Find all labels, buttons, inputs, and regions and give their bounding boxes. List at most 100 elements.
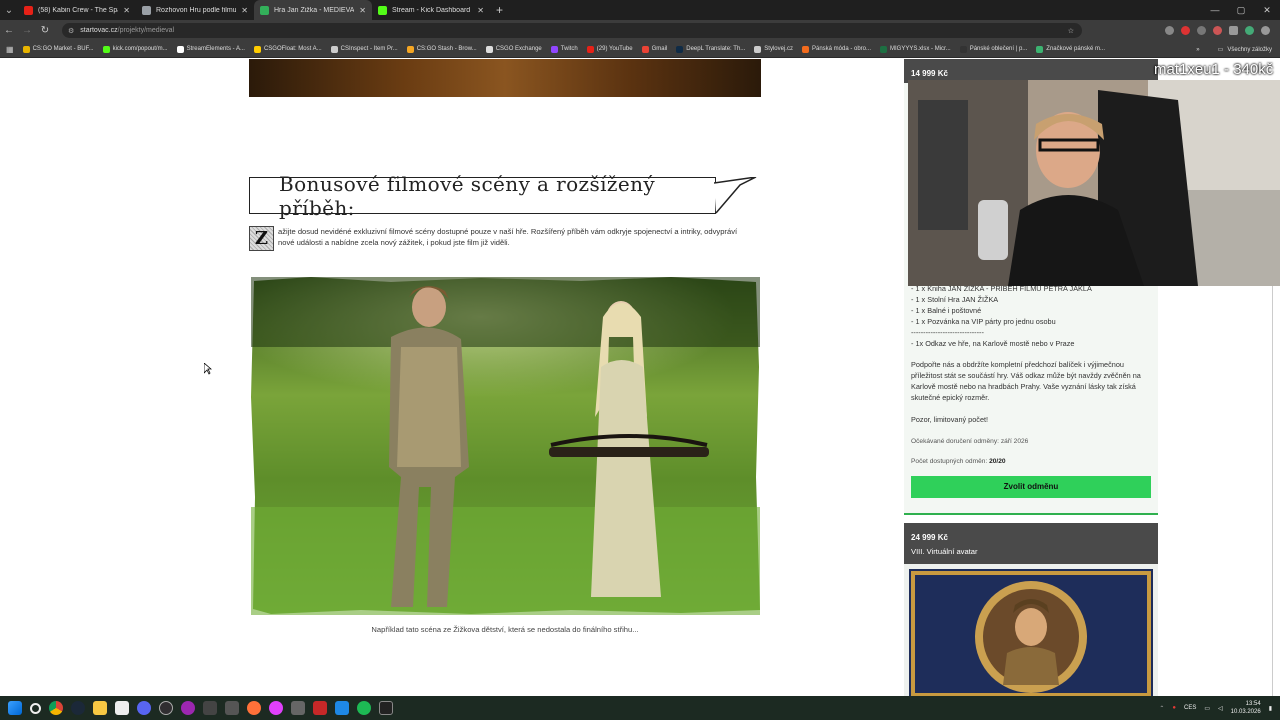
bookmark-item[interactable]: CS:GO Stash - Brow... — [406, 45, 477, 53]
app-icon[interactable] — [203, 701, 217, 715]
back-icon[interactable]: ← — [0, 25, 18, 36]
bookmark-star-icon[interactable]: ☆ — [1068, 27, 1074, 35]
volume-icon[interactable]: ◁ — [1218, 705, 1223, 712]
bookmark-favicon-icon — [586, 45, 594, 53]
reward-item: - 1x Odkaz ve hře, na Karlově mostě nebo… — [911, 338, 1075, 348]
extension-icon[interactable] — [1165, 26, 1174, 35]
reload-icon[interactable]: ↻ — [36, 25, 54, 36]
firefox-icon[interactable] — [247, 701, 261, 715]
bookmark-item[interactable]: CSGO Exchange — [485, 45, 542, 53]
reward-item: - 1 x Stolní Hra JAN ŽIŽKA — [911, 294, 999, 304]
webcam-overlay — [908, 80, 1280, 286]
close-tab-icon[interactable]: ✕ — [477, 6, 484, 15]
bookmarks-overflow-icon[interactable]: » — [1196, 47, 1199, 53]
notifications-icon[interactable]: ▮ — [1269, 705, 1272, 712]
new-tab-button[interactable]: + — [496, 3, 503, 17]
bookmark-item[interactable]: CS:GO Market - BUF... — [22, 45, 94, 53]
tab-favicon-icon — [142, 5, 151, 15]
microphone-icon[interactable]: ● — [1172, 705, 1176, 711]
drop-cap: Z — [249, 226, 274, 251]
obs-icon[interactable] — [159, 701, 173, 715]
start-button-icon[interactable] — [8, 701, 22, 715]
scrollbar-edge[interactable] — [1272, 284, 1273, 696]
discord-icon[interactable] — [137, 701, 151, 715]
bookmark-item[interactable]: CSGOFloat: Most A... — [253, 45, 322, 53]
forward-icon[interactable]: → — [18, 25, 36, 36]
url-path: /projekty/medieval — [117, 27, 175, 34]
available-info: Počet dostupných odměn: 20/20 — [911, 457, 1006, 465]
app-icon[interactable] — [313, 701, 327, 715]
bookmark-label: DeepL Translate: Th... — [686, 46, 746, 52]
bookmark-item[interactable]: CSInspect - Item Pr... — [330, 45, 398, 53]
language-indicator[interactable]: CES — [1184, 705, 1196, 711]
bookmark-item[interactable]: Twitch — [550, 45, 578, 53]
clock-time: 13:54 — [1245, 701, 1261, 707]
bookmark-item[interactable]: Stylovej.cz — [754, 45, 793, 53]
bookmark-item[interactable]: Značkové pánské m... — [1036, 45, 1105, 53]
app-icon[interactable] — [225, 701, 239, 715]
address-bar[interactable]: ⚙ startovac.cz/projekty/medieval ☆ — [62, 23, 1082, 38]
close-tab-icon[interactable]: ✕ — [241, 6, 248, 15]
network-icon[interactable]: ▭ — [1204, 705, 1210, 712]
browser-tab[interactable]: Hra Jan Žižka - MEDIEVAL - Ze ✕ — [254, 0, 372, 20]
close-tab-icon[interactable]: ✕ — [359, 6, 366, 15]
extension-icon[interactable] — [1181, 26, 1190, 35]
app-icon[interactable] — [335, 701, 349, 715]
browser-tab[interactable]: (58) Kabin Crew - The Spark (Ly ✕ — [18, 0, 136, 20]
app-icon[interactable] — [181, 701, 195, 715]
app-icon[interactable] — [291, 701, 305, 715]
close-window-icon[interactable]: ✕ — [1254, 0, 1280, 20]
browser-tab[interactable]: Rozhovon Hru podle filmu Jan ✕ — [136, 0, 254, 20]
bookmark-favicon-icon — [22, 45, 30, 53]
site-info-icon[interactable]: ⚙ — [68, 27, 74, 35]
bookmarks-bar: ▦ CS:GO Market - BUF... kick.com/popout/m… — [0, 41, 1280, 58]
stream-overlay-label: mat1xeu1 - 340kč — [1154, 61, 1274, 78]
close-tab-icon[interactable]: ✕ — [123, 6, 130, 15]
bookmark-favicon-icon — [550, 45, 558, 53]
chrome-icon[interactable] — [49, 701, 63, 715]
bookmark-label: MIGYYYS.xlsx - Micr... — [890, 46, 951, 52]
tab-title: Rozhovon Hru podle filmu Jan — [156, 6, 237, 14]
maximize-icon[interactable]: ▢ — [1228, 0, 1254, 20]
app-icon[interactable] — [269, 701, 283, 715]
file-explorer-icon[interactable] — [93, 701, 107, 715]
tab-search-icon[interactable]: ⌄ — [0, 0, 18, 20]
bookmark-item[interactable]: MIGYYYS.xlsx - Micr... — [880, 45, 951, 53]
folder-icon: ▭ — [1217, 47, 1224, 53]
bookmark-label: CS:GO Stash - Brow... — [416, 46, 477, 52]
bookmark-label: CSInspect - Item Pr... — [340, 46, 398, 52]
bookmark-item[interactable]: kick.com/popout/m... — [102, 45, 168, 53]
apps-grid-icon[interactable]: ▦ — [6, 45, 14, 54]
bookmark-favicon-icon — [676, 45, 684, 53]
extension-icon[interactable] — [1213, 26, 1222, 35]
spotify-icon[interactable] — [357, 701, 371, 715]
clock[interactable]: 13:54 10.03.2026 — [1231, 700, 1261, 716]
choose-reward-button[interactable]: Zvolit odměnu — [911, 476, 1151, 498]
bookmark-item[interactable]: Gmail — [641, 45, 667, 53]
extensions-puzzle-icon[interactable] — [1229, 26, 1238, 35]
bookmark-item[interactable]: (29) YouTube — [586, 45, 633, 53]
steam-icon[interactable] — [71, 701, 85, 715]
tab-title: (58) Kabin Crew - The Spark (Ly — [38, 6, 118, 14]
kick-icon[interactable] — [379, 701, 393, 715]
section-heading: Bonusové filmové scény a rozšížený příbě… — [279, 171, 656, 220]
bookmark-item[interactable]: Pánské oblečení | p... — [959, 45, 1027, 53]
menu-dots-icon[interactable] — [1261, 26, 1270, 35]
bookmark-item[interactable]: Pánská móda - obro... — [801, 45, 871, 53]
tray-icon[interactable]: ⌃ — [1159, 705, 1164, 712]
bookmark-item[interactable]: DeepL Translate: Th... — [676, 45, 746, 53]
bookmark-label: CS:GO Market - BUF... — [32, 46, 94, 52]
bookmark-label: Twitch — [560, 46, 578, 52]
delivery-info: Očekávané doručení odměny: září 2026 — [911, 437, 1029, 445]
calendar-icon[interactable] — [115, 701, 129, 715]
search-icon[interactable] — [30, 702, 41, 714]
browser-tab[interactable]: Stream - Kick Dashboard ✕ — [372, 0, 490, 20]
extension-icon[interactable] — [1197, 26, 1206, 35]
window-controls: — ▢ ✕ — [1202, 0, 1280, 20]
minimize-icon[interactable]: — — [1202, 0, 1228, 20]
bookmark-item[interactable]: StreamElements - A... — [176, 45, 245, 53]
profile-avatar-icon[interactable] — [1245, 26, 1254, 35]
hero-image — [249, 59, 761, 97]
all-bookmarks-link[interactable]: Všechny záložky — [1227, 47, 1272, 53]
reward-card[interactable]: 24 999 Kč VIII. Virtuální avatar — [904, 523, 1158, 696]
